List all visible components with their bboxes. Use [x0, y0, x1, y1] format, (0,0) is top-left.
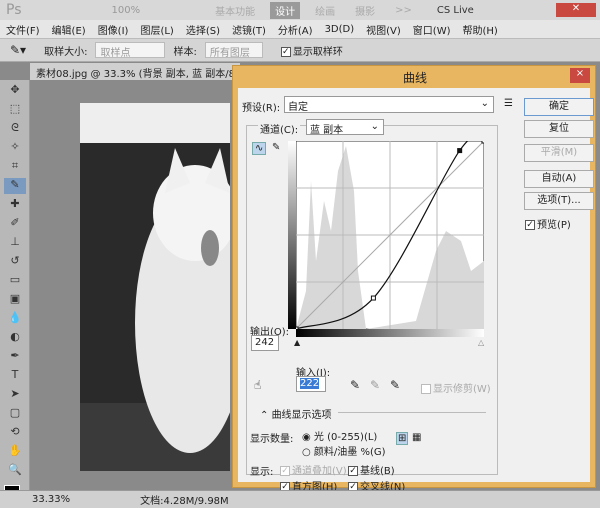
black-eyedropper-icon[interactable]: ✎ — [350, 378, 360, 392]
input-gradient — [296, 329, 484, 337]
document-tab[interactable]: 素材08.jpg @ 33.3% (背景 副本, 蓝 副本/8) * — [30, 63, 240, 80]
show-ring-checkbox[interactable]: ✓ 显示取样环 — [280, 43, 343, 58]
curve-point[interactable] — [296, 326, 299, 329]
window-close-button[interactable]: ✕ — [556, 3, 596, 17]
curve-point[interactable] — [481, 141, 484, 144]
gradient-tool-icon[interactable]: ▣ — [4, 292, 26, 308]
output-gradient — [288, 141, 296, 329]
history-brush-icon[interactable]: ↺ — [4, 254, 26, 270]
healing-tool-icon[interactable]: ✚ — [4, 197, 26, 213]
ps-logo: Ps — [6, 2, 22, 18]
pencil-tool-icon[interactable]: ✎ — [272, 142, 280, 153]
curve-point[interactable] — [370, 295, 376, 301]
pen-tool-icon[interactable]: ✒ — [4, 349, 26, 365]
3d-rotate-icon[interactable]: ⟲ — [4, 425, 26, 441]
sample-label: 样本: — [173, 46, 197, 58]
smooth-button[interactable]: 平滑(M) — [524, 144, 594, 162]
eyedropper-tool-icon[interactable]: ✎ — [4, 178, 26, 194]
workspace-more[interactable]: >> — [390, 4, 417, 17]
divider — [338, 412, 486, 413]
sample-size-label: 取样大小: — [44, 46, 88, 58]
shape-tool-icon[interactable]: ▢ — [4, 406, 26, 422]
baseline-checkbox[interactable]: ✓ 基线(B) — [348, 462, 395, 477]
detailed-grid-icon[interactable]: ▦ — [412, 432, 421, 443]
sample-select[interactable]: 所有图层 — [204, 42, 263, 59]
status-bar: 33.33% 文档:4.28M/9.98M — [0, 490, 600, 508]
path-select-icon[interactable]: ➤ — [4, 387, 26, 403]
reset-button[interactable]: 复位 — [524, 120, 594, 138]
simple-grid-icon[interactable]: ⊞ — [396, 432, 409, 445]
black-slider-icon[interactable]: ▲ — [294, 338, 300, 347]
workspace-paint[interactable]: 绘画 — [310, 2, 340, 19]
options-bar: ✎▾ 取样大小: 取样点 样本: 所有图层 ✓ 显示取样环 — [0, 38, 600, 62]
lasso-tool-icon[interactable]: ᘓ — [4, 121, 26, 137]
menu-edit[interactable]: 编辑(E) — [52, 22, 86, 37]
sample-size-select[interactable]: 取样点 — [95, 42, 166, 59]
document-image — [80, 103, 230, 471]
amount-label: 显示数量: — [250, 434, 294, 445]
stamp-tool-icon[interactable]: ⊥ — [4, 235, 26, 251]
menu-view[interactable]: 视图(V) — [366, 22, 401, 37]
menu-layer[interactable]: 图层(L) — [140, 22, 173, 37]
preview-checkbox[interactable]: ✓ 预览(P) — [525, 216, 571, 231]
menu-window[interactable]: 窗口(W) — [413, 22, 451, 37]
output-field[interactable]: 242 — [251, 335, 279, 351]
show-clipping-checkbox[interactable]: 显示修剪(W) — [421, 380, 491, 395]
hand-tool-icon[interactable]: ✋ — [4, 444, 26, 460]
doc-size: 文档:4.28M/9.98M — [140, 496, 229, 507]
workspace-basic[interactable]: 基本功能 — [210, 2, 260, 19]
cslive-button[interactable]: CS Live — [437, 5, 474, 16]
white-eyedropper-icon[interactable]: ✎ — [390, 378, 400, 392]
pigment-radio[interactable]: ○ 颜料/油墨 %(G) — [302, 443, 386, 458]
preset-menu-icon[interactable]: ☰ — [504, 98, 513, 109]
zoom-level[interactable]: 33.33% — [32, 494, 70, 505]
gray-eyedropper-icon[interactable]: ✎ — [370, 378, 380, 392]
app-titlebar: Ps 100% 基本功能 设计 绘画 摄影 >> CS Live ✕ — [0, 0, 600, 20]
workspace-design[interactable]: 设计 — [270, 1, 301, 19]
dialog-close-button[interactable]: × — [570, 68, 590, 83]
curves-graph[interactable] — [296, 141, 484, 329]
dialog-title: 曲线 — [402, 71, 427, 85]
tools-panel: ✥ ⬚ ᘓ ✧ ⌗ ✎ ✚ ✐ ⊥ ↺ ▭ ▣ 💧 ◐ ✒ T ➤ ▢ ⟲ ✋ … — [0, 80, 30, 501]
marquee-tool-icon[interactable]: ⬚ — [4, 102, 26, 118]
zoom-select[interactable]: 100% — [112, 5, 141, 16]
curves-dialog: 曲线 × 预设(R): 自定 ⌄ ☰ 确定 复位 平滑(M) 自动(A) 选项(T… — [232, 65, 596, 493]
brush-tool-icon[interactable]: ✐ — [4, 216, 26, 232]
zoom-tool-icon[interactable]: 🔍 — [4, 463, 26, 479]
options-button[interactable]: 选项(T)... — [524, 192, 594, 210]
targeted-adjust-icon[interactable]: ☝ — [254, 378, 261, 392]
crop-tool-icon[interactable]: ⌗ — [4, 159, 26, 175]
white-slider-icon[interactable]: △ — [478, 338, 484, 347]
preset-select[interactable]: 自定 ⌄ — [284, 96, 494, 113]
curve-point[interactable] — [457, 148, 463, 154]
menu-bar: 文件(F) 编辑(E) 图像(I) 图层(L) 选择(S) 滤镜(T) 分析(A… — [0, 20, 600, 38]
menu-filter[interactable]: 滤镜(T) — [232, 22, 266, 37]
channel-overlay-checkbox[interactable]: ✓ 通道叠加(V) — [280, 462, 347, 477]
menu-analysis[interactable]: 分析(A) — [278, 22, 313, 37]
auto-button[interactable]: 自动(A) — [524, 170, 594, 188]
channel-select[interactable]: 蓝 副本 ⌄ — [306, 119, 384, 136]
light-radio[interactable]: ◉ 光 (0-255)(L) — [302, 428, 377, 443]
menu-image[interactable]: 图像(I) — [98, 22, 129, 37]
move-tool-icon[interactable]: ✥ — [4, 83, 26, 99]
eraser-tool-icon[interactable]: ▭ — [4, 273, 26, 289]
menu-3d[interactable]: 3D(D) — [325, 24, 355, 35]
menu-select[interactable]: 选择(S) — [186, 22, 220, 37]
blur-tool-icon[interactable]: 💧 — [4, 311, 26, 327]
channel-label: 通道(C): — [258, 121, 301, 136]
menu-file[interactable]: 文件(F) — [6, 22, 40, 37]
menu-help[interactable]: 帮助(H) — [463, 22, 498, 37]
type-tool-icon[interactable]: T — [4, 368, 26, 384]
preset-label: 预设(R): — [242, 103, 281, 114]
quick-select-tool-icon[interactable]: ✧ — [4, 140, 26, 156]
eyedropper-icon[interactable]: ✎▾ — [10, 43, 26, 57]
input-field[interactable]: 222 — [296, 376, 326, 392]
ok-button[interactable]: 确定 — [524, 98, 594, 116]
workspace-photo[interactable]: 摄影 — [350, 2, 380, 19]
show-label: 显示: — [250, 467, 274, 478]
curve-tool-icon[interactable]: ∿ — [252, 142, 267, 155]
display-options-toggle[interactable]: ⌃ 曲线显示选项 — [260, 406, 332, 421]
dodge-tool-icon[interactable]: ◐ — [4, 330, 26, 346]
